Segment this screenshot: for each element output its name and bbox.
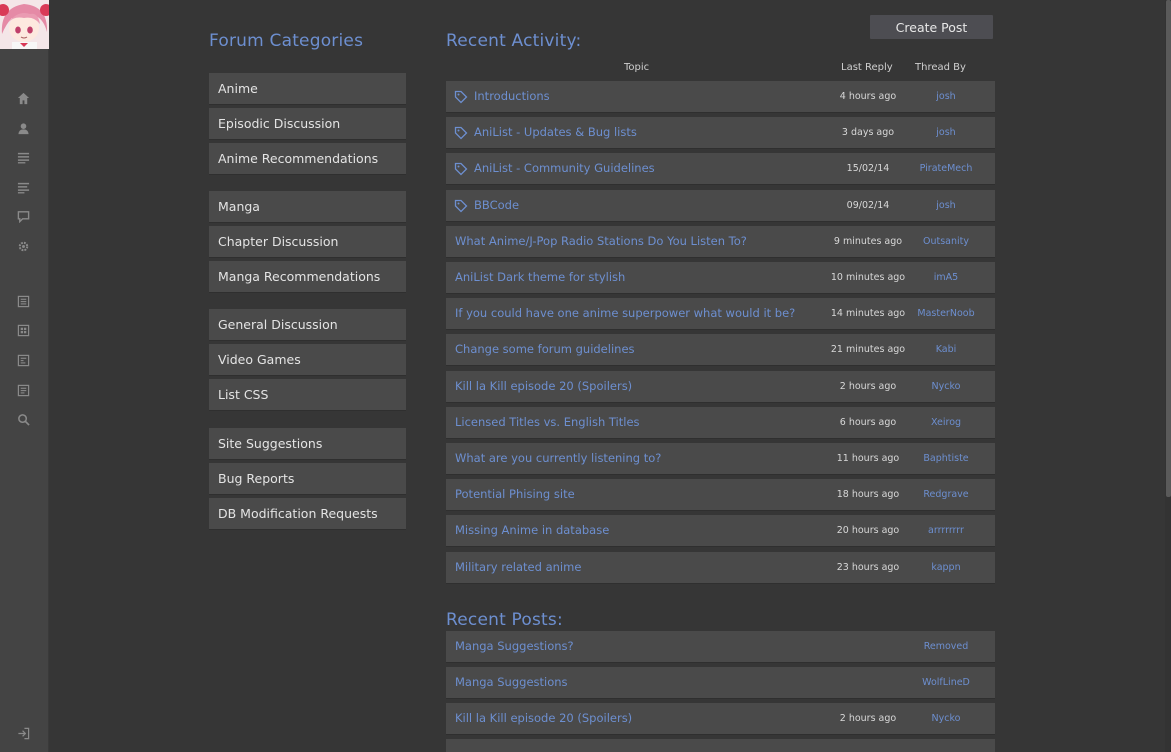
thread-author-link[interactable]: Nycko	[896, 713, 996, 724]
category-manga-recommendations[interactable]: Manga Recommendations	[209, 261, 406, 292]
activity-row[interactable]: Missing Anime in database 20 hours ago arr…	[446, 515, 996, 547]
thread-title-link[interactable]: Kill la Kill episode 20 (Spoilers)	[455, 379, 632, 393]
tag-icon	[454, 198, 468, 213]
thread-title-link[interactable]: AniList - Updates & Bug lists	[474, 125, 637, 139]
thread-title-link[interactable]: Manga Suggestions?	[455, 639, 574, 653]
tag-icon	[454, 89, 468, 104]
thread-title-link[interactable]: BBCode	[474, 198, 519, 212]
thread-title-link[interactable]: Potential Phising site	[455, 487, 575, 501]
activity-row[interactable]: BBCode 09/02/14 josh	[446, 189, 996, 221]
activity-row[interactable]: AniList - Updates & Bug lists 3 days ago j…	[446, 117, 996, 149]
scrollbar-thumb[interactable]	[1166, 0, 1171, 497]
category-episodic-discussion[interactable]: Episodic Discussion	[209, 108, 406, 139]
avatar[interactable]	[0, 0, 49, 49]
activity-row[interactable]: If you could have one anime superpower w…	[446, 298, 996, 330]
create-post-button[interactable]: Create Post	[870, 15, 993, 39]
list-icon[interactable]	[14, 148, 32, 166]
thread-title-link[interactable]: AniList Dark theme for stylish	[455, 270, 625, 284]
activity-row[interactable]: AniList - Community Guidelines 15/02/14 Pi…	[446, 153, 996, 185]
home-icon[interactable]	[14, 89, 32, 107]
thread-title-link[interactable]: Military related anime	[455, 560, 581, 574]
activity-row[interactable]: Kill la Kill episode 20 (Spoilers) 2 hour…	[446, 370, 996, 402]
post-row[interactable]	[446, 739, 995, 752]
thread-author-link[interactable]: Xeirog	[896, 417, 996, 428]
activity-row[interactable]: AniList Dark theme for stylish 10 minutes…	[446, 262, 995, 293]
browse-characters-icon[interactable]	[14, 351, 32, 369]
post-row[interactable]: Manga Suggestions WolfLineD	[446, 667, 995, 698]
thread-author-link[interactable]: Outsanity	[896, 236, 996, 247]
tag-icon	[454, 161, 468, 176]
category-anime[interactable]: Anime	[209, 73, 406, 104]
thread-author-link[interactable]: Baphtiste	[896, 453, 996, 464]
gear-icon[interactable]	[14, 237, 32, 255]
thread-title-link[interactable]: Kill la Kill episode 20 (Spoilers)	[455, 711, 632, 725]
thread-title-link[interactable]: Missing Anime in database	[455, 523, 609, 537]
profile-icon[interactable]	[14, 119, 32, 137]
activity-heading: Recent Activity:	[446, 31, 582, 51]
category-manga[interactable]: Manga	[209, 191, 406, 222]
column-header-topic: Topic	[624, 62, 650, 73]
thread-title-link[interactable]: What are you currently listening to?	[455, 451, 661, 465]
thread-author-link[interactable]: arrrrrrrr	[896, 525, 996, 536]
thread-title-link[interactable]: What Anime/J-Pop Radio Stations Do You L…	[455, 234, 747, 248]
category-chapter-discussion[interactable]: Chapter Discussion	[209, 226, 406, 257]
thread-author-link[interactable]: PirateMech	[896, 163, 996, 174]
post-row[interactable]: Kill la Kill episode 20 (Spoilers) 2 hour…	[446, 703, 995, 734]
thread-author-link[interactable]: imA5	[896, 272, 996, 283]
thread-author-link[interactable]: josh	[896, 127, 996, 138]
thread-author-link[interactable]: MasterNoob	[896, 308, 996, 319]
thread-author-link[interactable]: kappn	[896, 562, 996, 573]
activity-row[interactable]: Potential Phising site 18 hours ago Redgra…	[446, 479, 996, 511]
thread-title-link[interactable]: AniList - Community Guidelines	[474, 161, 655, 175]
column-header-thread-by: Thread By	[915, 62, 966, 73]
category-anime-recommendations[interactable]: Anime Recommendations	[209, 143, 406, 174]
posts-heading: Recent Posts:	[446, 610, 563, 630]
activity-row[interactable]: Military related anime 23 hours ago kappn	[446, 551, 996, 583]
list-alt-icon[interactable]	[14, 178, 32, 196]
logout-icon[interactable]	[14, 724, 32, 742]
thread-title-link[interactable]: Manga Suggestions	[455, 675, 568, 689]
thread-author-link[interactable]: Kabi	[896, 344, 996, 355]
activity-row[interactable]: Licensed Titles vs. English Titles 6 hour…	[446, 406, 996, 438]
thread-author-link[interactable]: Redgrave	[896, 489, 996, 500]
chat-icon[interactable]	[14, 207, 32, 225]
thread-author-link[interactable]: Removed	[896, 641, 996, 652]
tag-icon	[454, 125, 468, 140]
search-icon[interactable]	[14, 410, 32, 428]
thread-author-link[interactable]: josh	[896, 91, 996, 102]
post-row[interactable]: Manga Suggestions? Removed	[446, 631, 995, 662]
category-list-css[interactable]: List CSS	[209, 379, 406, 410]
avatar-image	[0, 0, 49, 49]
category-video-games[interactable]: Video Games	[209, 344, 406, 375]
browse-manga-icon[interactable]	[14, 321, 32, 339]
thread-title-link[interactable]: If you could have one anime superpower w…	[455, 306, 795, 320]
thread-author-link[interactable]: josh	[896, 200, 996, 211]
sidebar	[0, 0, 49, 752]
category-db-modification-requests[interactable]: DB Modification Requests	[209, 498, 406, 529]
categories-heading: Forum Categories	[209, 31, 364, 51]
column-header-last-reply: Last Reply	[841, 62, 893, 73]
thread-author-link[interactable]: WolfLineD	[896, 677, 996, 688]
browse-anime-icon[interactable]	[14, 292, 32, 310]
activity-row[interactable]: What Anime/J-Pop Radio Stations Do You L…	[446, 225, 996, 257]
category-bug-reports[interactable]: Bug Reports	[209, 463, 406, 494]
thread-title-link[interactable]: Licensed Titles vs. English Titles	[455, 415, 640, 429]
thread-title-link[interactable]: Introductions	[474, 89, 550, 103]
activity-row[interactable]: Change some forum guidelines 21 minutes a…	[446, 334, 996, 366]
activity-row[interactable]: What are you currently listening to? 11 h…	[446, 443, 995, 474]
thread-author-link[interactable]: Nycko	[896, 381, 996, 392]
browse-staff-icon[interactable]	[14, 381, 32, 399]
category-general-discussion[interactable]: General Discussion	[209, 309, 406, 340]
activity-row[interactable]: Introductions 4 hours ago josh	[446, 81, 995, 112]
thread-title-link[interactable]: Change some forum guidelines	[455, 342, 635, 356]
category-site-suggestions[interactable]: Site Suggestions	[209, 428, 406, 459]
